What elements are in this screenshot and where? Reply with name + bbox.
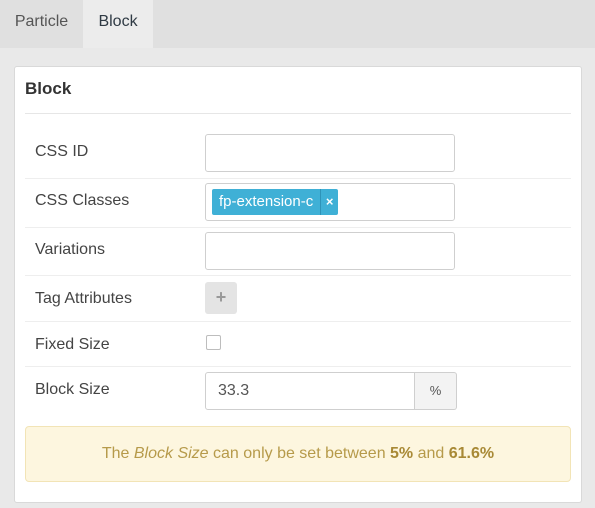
tab-block[interactable]: Block xyxy=(83,0,153,48)
divider xyxy=(25,275,571,276)
divider xyxy=(25,178,571,179)
notice-field: Block Size xyxy=(133,445,209,462)
add-attribute-button[interactable]: + xyxy=(205,282,237,314)
block-settings-panel: Block CSS ID CSS Classes fp-extension-c … xyxy=(14,66,582,503)
notice-min: 5% xyxy=(390,445,414,462)
notice-middle: can only be set between xyxy=(208,445,391,462)
class-tag: fp-extension-c × xyxy=(212,189,339,215)
notice-and: and xyxy=(413,445,449,462)
block-size-unit: % xyxy=(415,372,457,410)
block-size-notice: The Block Size can only be set between 5… xyxy=(25,426,571,482)
divider xyxy=(25,321,571,322)
notice-max: 61.6% xyxy=(448,445,495,462)
css-id-label: CSS ID xyxy=(35,143,89,160)
fixed-size-checkbox[interactable] xyxy=(206,335,221,350)
divider xyxy=(25,366,571,367)
tab-particle[interactable]: Particle xyxy=(0,0,83,48)
remove-tag-icon[interactable]: × xyxy=(320,189,338,215)
css-classes-input[interactable]: fp-extension-c × xyxy=(205,183,455,221)
fixed-size-label: Fixed Size xyxy=(35,336,110,353)
tag-attributes-label: Tag Attributes xyxy=(35,290,132,307)
tab-bar: Particle Block xyxy=(0,0,595,48)
css-id-input[interactable] xyxy=(205,134,455,172)
notice-prefix: The xyxy=(101,445,134,462)
panel-title: Block xyxy=(25,79,72,98)
divider xyxy=(25,113,571,114)
block-size-label: Block Size xyxy=(35,381,110,398)
plus-icon: + xyxy=(215,287,227,307)
block-size-input[interactable]: 33.3 xyxy=(205,372,415,410)
css-classes-label: CSS Classes xyxy=(35,192,130,209)
variations-label: Variations xyxy=(35,241,105,258)
variations-input[interactable] xyxy=(205,232,455,270)
divider xyxy=(25,227,571,228)
class-tag-label: fp-extension-c xyxy=(219,193,314,210)
